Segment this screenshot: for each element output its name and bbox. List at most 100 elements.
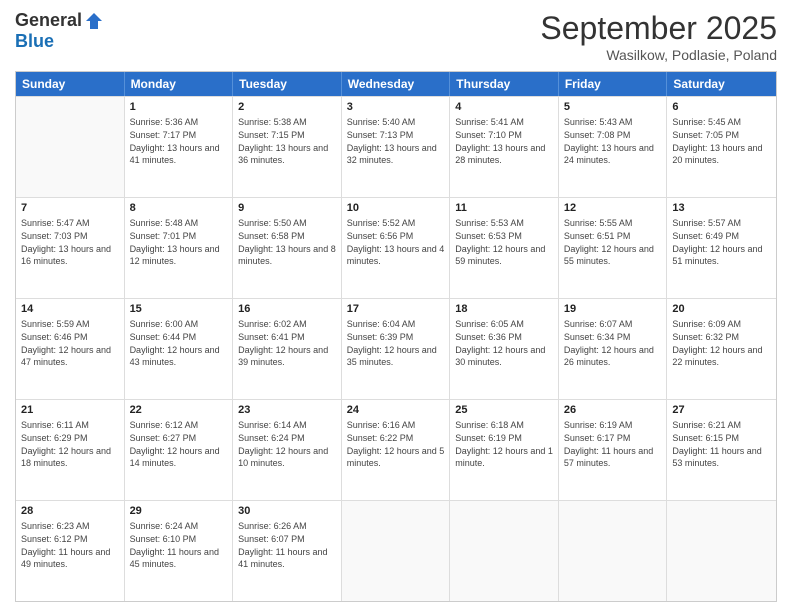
sunset-text: Sunset: 6:41 PM	[238, 332, 305, 342]
sunrise-text: Sunrise: 6:02 AM	[238, 319, 307, 329]
daylight-text: Daylight: 13 hours and 28 minutes.	[455, 143, 545, 166]
daylight-text: Daylight: 12 hours and 43 minutes.	[130, 345, 220, 368]
day-number: 7	[21, 201, 119, 216]
sunrise-text: Sunrise: 5:43 AM	[564, 117, 633, 127]
sunrise-text: Sunrise: 6:23 AM	[21, 521, 90, 531]
sunrise-text: Sunrise: 5:50 AM	[238, 218, 307, 228]
sunset-text: Sunset: 7:08 PM	[564, 130, 631, 140]
logo-icon	[84, 11, 104, 31]
daylight-text: Daylight: 12 hours and 39 minutes.	[238, 345, 328, 368]
day-number: 22	[130, 403, 228, 418]
cell-w5-d5	[450, 501, 559, 601]
sunset-text: Sunset: 6:07 PM	[238, 534, 305, 544]
day-number: 26	[564, 403, 662, 418]
daylight-text: Daylight: 11 hours and 53 minutes.	[672, 446, 761, 469]
day-number: 20	[672, 302, 771, 317]
sunset-text: Sunset: 7:01 PM	[130, 231, 197, 241]
sunset-text: Sunset: 6:58 PM	[238, 231, 305, 241]
daylight-text: Daylight: 13 hours and 12 minutes.	[130, 244, 220, 267]
daylight-text: Daylight: 12 hours and 26 minutes.	[564, 345, 654, 368]
cell-w5-d2: 29Sunrise: 6:24 AMSunset: 6:10 PMDayligh…	[125, 501, 234, 601]
cell-w1-d7: 6Sunrise: 5:45 AMSunset: 7:05 PMDaylight…	[667, 97, 776, 197]
cell-w2-d2: 8Sunrise: 5:48 AMSunset: 7:01 PMDaylight…	[125, 198, 234, 298]
day-number: 6	[672, 100, 771, 115]
sunset-text: Sunset: 6:15 PM	[672, 433, 739, 443]
sunset-text: Sunset: 6:12 PM	[21, 534, 88, 544]
day-number: 21	[21, 403, 119, 418]
daylight-text: Daylight: 12 hours and 22 minutes.	[672, 345, 762, 368]
cell-w2-d3: 9 Sunrise: 5:50 AM Sunset: 6:58 PM Daylight…	[233, 198, 342, 298]
sunset-text: Sunset: 6:51 PM	[564, 231, 631, 241]
daylight-text: Daylight: 11 hours and 41 minutes.	[238, 547, 327, 570]
cell-w3-d4: 17Sunrise: 6:04 AMSunset: 6:39 PMDayligh…	[342, 299, 451, 399]
logo-general-text: General	[15, 10, 82, 31]
sunset-text: Sunset: 6:56 PM	[347, 231, 414, 241]
sunset-text: Sunset: 6:36 PM	[455, 332, 522, 342]
sunrise-text: Sunrise: 5:41 AM	[455, 117, 524, 127]
sunset-text: Sunset: 6:49 PM	[672, 231, 739, 241]
cell-w2-d1: 7Sunrise: 5:47 AMSunset: 7:03 PMDaylight…	[16, 198, 125, 298]
sunset-text: Sunset: 7:05 PM	[672, 130, 739, 140]
cell-w3-d1: 14Sunrise: 5:59 AMSunset: 6:46 PMDayligh…	[16, 299, 125, 399]
sunrise-text: Sunrise: 6:04 AM	[347, 319, 416, 329]
sunrise-text: Sunrise: 5:52 AM	[347, 218, 416, 228]
cell-w4-d6: 26Sunrise: 6:19 AMSunset: 6:17 PMDayligh…	[559, 400, 668, 500]
daylight-text: Daylight: 13 hours and 24 minutes.	[564, 143, 654, 166]
sunrise-text: Sunrise: 6:09 AM	[672, 319, 741, 329]
sunset-text: Sunset: 6:24 PM	[238, 433, 305, 443]
month-title: September 2025	[540, 10, 777, 47]
sunset-text: Sunset: 7:03 PM	[21, 231, 88, 241]
cell-w4-d5: 25Sunrise: 6:18 AMSunset: 6:19 PMDayligh…	[450, 400, 559, 500]
logo: General Blue	[15, 10, 104, 52]
day-number: 13	[672, 201, 771, 216]
daylight-text: Daylight: 12 hours and 35 minutes.	[347, 345, 437, 368]
daylight-text: Daylight: 13 hours and 8 minutes.	[238, 244, 336, 267]
sunrise-text: Sunrise: 5:48 AM	[130, 218, 199, 228]
daylight-text: Daylight: 12 hours and 14 minutes.	[130, 446, 220, 469]
sunset-text: Sunset: 6:22 PM	[347, 433, 414, 443]
sunrise-text: Sunrise: 6:26 AM	[238, 521, 307, 531]
cell-w1-d2: 1Sunrise: 5:36 AMSunset: 7:17 PMDaylight…	[125, 97, 234, 197]
cell-w2-d5: 11 Sunrise: 5:53 AM Sunset: 6:53 PM Dayligh…	[450, 198, 559, 298]
sunset-text: Sunset: 6:27 PM	[130, 433, 197, 443]
header-sunday: Sunday	[16, 72, 125, 96]
cell-w4-d2: 22 Sunrise: 6:12 AM Sunset: 6:27 PM Dayligh…	[125, 400, 234, 500]
sunrise-text: Sunrise: 5:57 AM	[672, 218, 741, 228]
day-number: 15	[130, 302, 228, 317]
day-number: 23	[238, 403, 336, 418]
header-tuesday: Tuesday	[233, 72, 342, 96]
daylight-text: Daylight: 13 hours and 32 minutes.	[347, 143, 437, 166]
daylight-text: Daylight: 12 hours and 1 minute.	[455, 446, 553, 469]
cell-w1-d4: 3Sunrise: 5:40 AMSunset: 7:13 PMDaylight…	[342, 97, 451, 197]
day-number: 11	[455, 201, 553, 216]
location: Wasilkow, Podlasie, Poland	[540, 47, 777, 63]
sunset-text: Sunset: 6:53 PM	[455, 231, 522, 241]
daylight-text: Daylight: 13 hours and 4 minutes.	[347, 244, 445, 267]
header: General Blue September 2025 Wasilkow, Po…	[15, 10, 777, 63]
day-number: 24	[347, 403, 445, 418]
sunrise-text: Sunrise: 5:36 AM	[130, 117, 199, 127]
cell-w2-d4: 10Sunrise: 5:52 AMSunset: 6:56 PMDayligh…	[342, 198, 451, 298]
sunrise-text: Sunrise: 6:12 AM	[130, 420, 199, 430]
cell-w1-d1	[16, 97, 125, 197]
sunset-text: Sunset: 6:44 PM	[130, 332, 197, 342]
daylight-text: Daylight: 11 hours and 57 minutes.	[564, 446, 653, 469]
daylight-text: Daylight: 12 hours and 5 minutes.	[347, 446, 445, 469]
daylight-text: Daylight: 12 hours and 47 minutes.	[21, 345, 111, 368]
sunrise-text: Sunrise: 6:14 AM	[238, 420, 307, 430]
cell-w3-d5: 18Sunrise: 6:05 AMSunset: 6:36 PMDayligh…	[450, 299, 559, 399]
sunset-text: Sunset: 6:46 PM	[21, 332, 88, 342]
daylight-text: Daylight: 13 hours and 16 minutes.	[21, 244, 111, 267]
day-number: 30	[238, 504, 336, 519]
sunset-text: Sunset: 6:10 PM	[130, 534, 197, 544]
sunset-text: Sunset: 7:17 PM	[130, 130, 197, 140]
day-number: 9	[238, 201, 336, 216]
sunset-text: Sunset: 7:10 PM	[455, 130, 522, 140]
daylight-text: Daylight: 12 hours and 10 minutes.	[238, 446, 328, 469]
cell-w1-d3: 2Sunrise: 5:38 AMSunset: 7:15 PMDaylight…	[233, 97, 342, 197]
sunrise-text: Sunrise: 6:16 AM	[347, 420, 416, 430]
daylight-text: Daylight: 12 hours and 59 minutes.	[455, 244, 545, 267]
cell-w4-d4: 24 Sunrise: 6:16 AM Sunset: 6:22 PM Dayligh…	[342, 400, 451, 500]
day-number: 4	[455, 100, 553, 115]
sunrise-text: Sunrise: 5:53 AM	[455, 218, 524, 228]
